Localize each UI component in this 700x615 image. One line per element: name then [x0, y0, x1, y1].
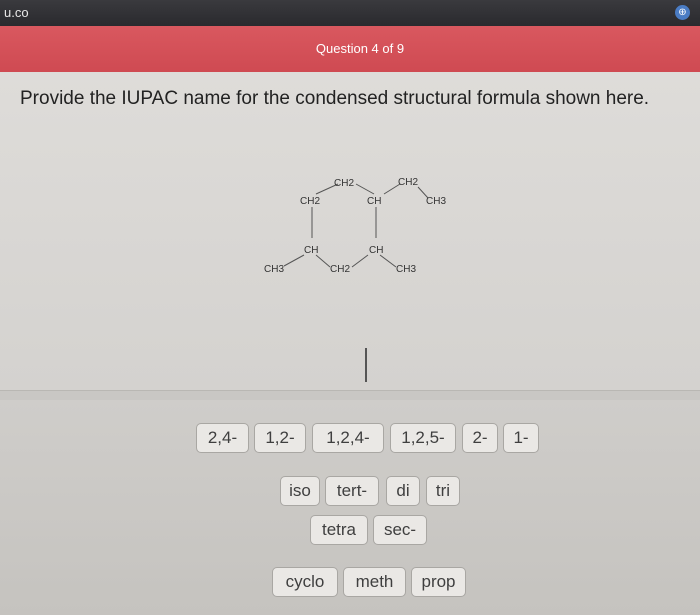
browser-toolbar: u.co ⊕ [0, 0, 700, 26]
formula-label-ring-ch-bottom-left: CH [304, 245, 318, 256]
tile-meth[interactable]: meth [343, 567, 406, 597]
tile-bank: 2,4- 1,2- 1,2,4- 1,2,5- 2- 1- iso tert- … [0, 400, 700, 615]
tile-2-4[interactable]: 2,4- [196, 423, 249, 453]
tile-tetra[interactable]: tetra [310, 515, 368, 545]
formula-label-ring-ch2: CH2 [300, 196, 320, 207]
formula-label-top-ch2-right: CH2 [398, 177, 418, 188]
tile-1-2[interactable]: 1,2- [254, 423, 306, 453]
question-prompt: Provide the IUPAC name for the condensed… [20, 88, 650, 109]
tile-tri[interactable]: tri [426, 476, 460, 506]
structural-formula: CH2 CH2 CH2 CH CH3 CH CH CH3 CH2 CH3 [250, 172, 460, 297]
tile-tert[interactable]: tert- [325, 476, 379, 506]
formula-label-left-ch3: CH3 [264, 264, 284, 275]
quiz-header: Question 4 of 9 [0, 26, 700, 72]
formula-label-right-ch3: CH3 [426, 196, 446, 207]
tile-1-2-4[interactable]: 1,2,4- [312, 423, 384, 453]
tile-iso[interactable]: iso [280, 476, 320, 506]
formula-label-ring-ch-bottom-right: CH [369, 245, 383, 256]
question-panel: Provide the IUPAC name for the condensed… [0, 72, 700, 390]
tile-1-2-5[interactable]: 1,2,5- [390, 423, 456, 453]
url-text[interactable]: u.co [4, 5, 29, 20]
tile-di[interactable]: di [386, 476, 420, 506]
tile-1[interactable]: 1- [503, 423, 539, 453]
extension-icon[interactable]: ⊕ [675, 5, 690, 20]
text-cursor [365, 348, 367, 382]
formula-label-bottom-ch3: CH3 [396, 264, 416, 275]
tile-prop[interactable]: prop [411, 567, 466, 597]
formula-label-bottom-ch2: CH2 [330, 264, 350, 275]
formula-label-top-ch2-left: CH2 [334, 178, 354, 189]
tile-sec[interactable]: sec- [373, 515, 427, 545]
tile-cyclo[interactable]: cyclo [272, 567, 338, 597]
tile-2[interactable]: 2- [462, 423, 498, 453]
question-counter: Question 4 of 9 [315, 41, 405, 56]
formula-label-ring-ch: CH [367, 196, 381, 207]
